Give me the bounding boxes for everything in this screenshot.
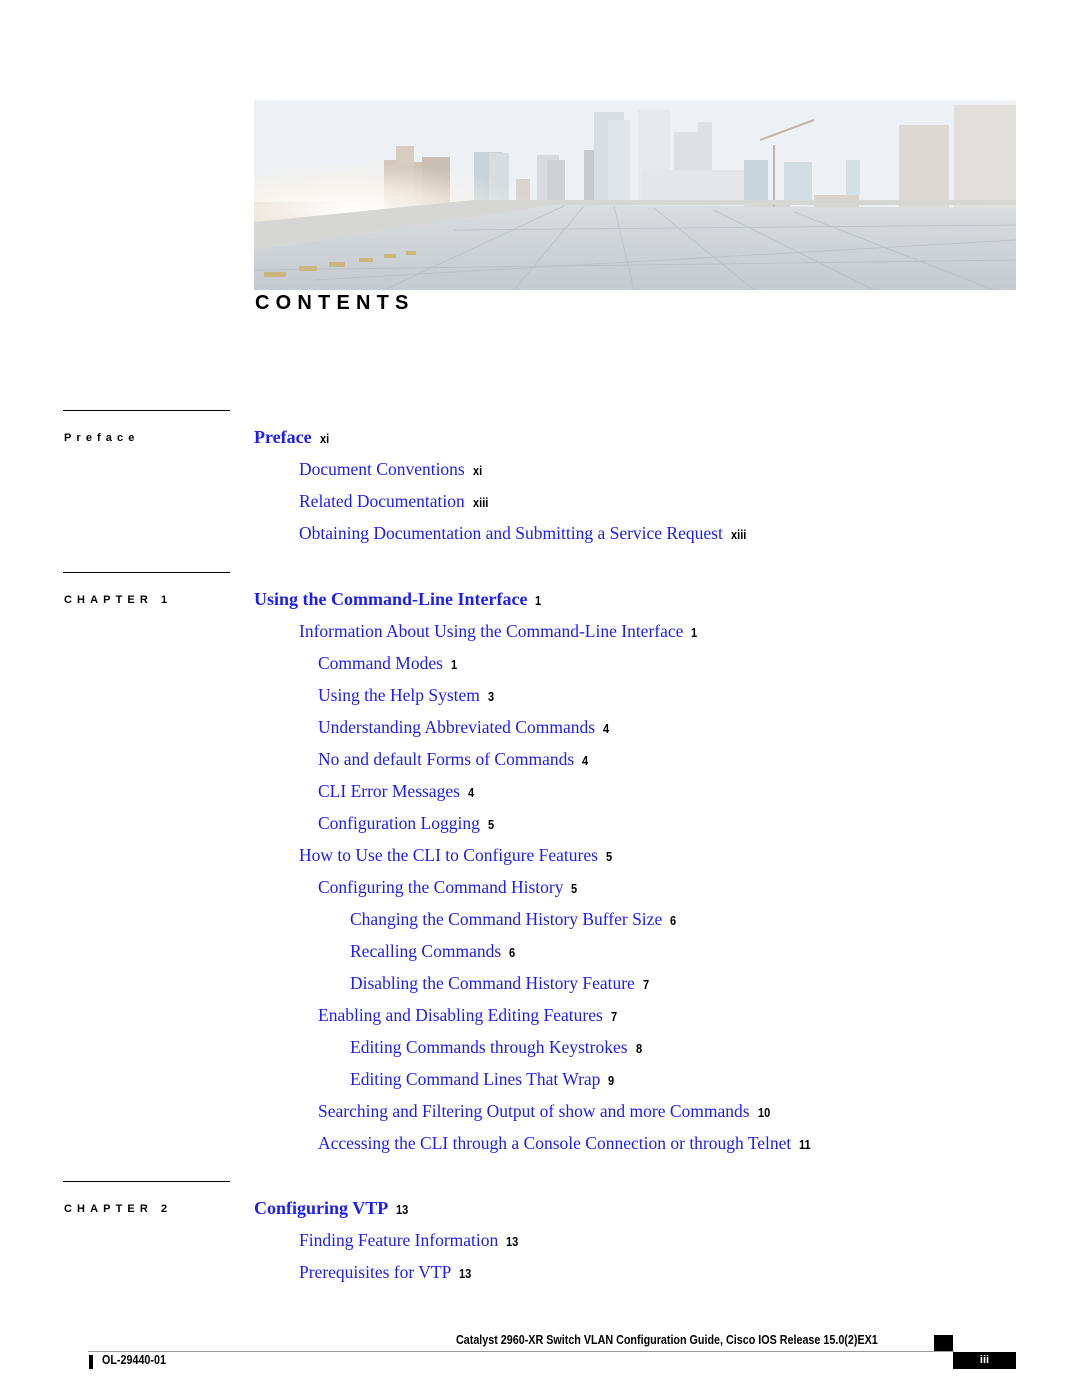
section-label-chapter-2: CHAPTER 2 <box>64 1203 173 1215</box>
toc-entry-page: 4 <box>582 753 589 768</box>
toc-entry-title[interactable]: Editing Command Lines That Wrap <box>350 1069 600 1089</box>
toc-entry-page: 1 <box>691 625 698 640</box>
toc-entry-title[interactable]: Related Documentation <box>299 491 465 511</box>
toc-entry-link[interactable]: Enabling and Disabling Editing Features 7 <box>318 1005 618 1027</box>
toc-entry-title[interactable]: Configuring VTP <box>254 1198 388 1218</box>
toc-chapter-link[interactable]: Preface xi <box>254 427 330 449</box>
toc-entry-link[interactable]: Configuration Logging 5 <box>318 813 495 835</box>
toc-entry-title[interactable]: CLI Error Messages <box>318 781 460 801</box>
toc-entry-title[interactable]: Enabling and Disabling Editing Features <box>318 1005 603 1025</box>
footer-doc-number: OL-29440-01 <box>102 1353 166 1367</box>
toc-entry-title[interactable]: Accessing the CLI through a Console Conn… <box>318 1133 791 1153</box>
contents-heading: CONTENTS <box>255 292 415 314</box>
toc-entry-page: 6 <box>509 945 516 960</box>
toc-entry-page: 5 <box>571 881 578 896</box>
toc-entry-page: 13 <box>459 1266 472 1281</box>
toc-entry-title[interactable]: Command Modes <box>318 653 443 673</box>
toc-entry-link[interactable]: Searching and Filtering Output of show a… <box>318 1101 772 1123</box>
toc-entry-page: 11 <box>799 1137 811 1152</box>
toc-entry-page: 13 <box>396 1202 409 1217</box>
footer-left-bar <box>89 1355 93 1369</box>
toc-entry-title[interactable]: Using the Help System <box>318 685 480 705</box>
section-divider <box>63 410 230 411</box>
toc-entry-link[interactable]: Understanding Abbreviated Commands 4 <box>318 717 610 739</box>
toc-entry-link[interactable]: Prerequisites for VTP 13 <box>299 1262 474 1284</box>
footer-divider <box>88 1351 954 1352</box>
toc-entry-link[interactable]: Configuring the Command History 5 <box>318 877 579 899</box>
toc-entry-title[interactable]: Preface <box>254 427 312 447</box>
footer-marker <box>934 1335 953 1352</box>
toc-entry-link[interactable]: No and default Forms of Commands 4 <box>318 749 589 771</box>
toc-entry-title[interactable]: Configuring the Command History <box>318 877 563 897</box>
toc-entry-title[interactable]: Using the Command-Line Interface <box>254 589 527 609</box>
toc-chapter-link[interactable]: Configuring VTP 13 <box>254 1198 411 1220</box>
toc-entry-title[interactable]: Changing the Command History Buffer Size <box>350 909 662 929</box>
toc-entry-page: 5 <box>487 817 495 832</box>
toc-entry-title[interactable]: Editing Commands through Keystrokes <box>350 1037 628 1057</box>
toc-entry-link[interactable]: Related Documentation xiii <box>299 491 491 513</box>
toc-entry-page: 9 <box>608 1073 615 1088</box>
toc-entry-link[interactable]: Using the Help System 3 <box>318 685 495 707</box>
toc-entry-page: 7 <box>610 1009 617 1024</box>
toc-entry-link[interactable]: Command Modes 1 <box>318 653 458 675</box>
toc-entry-link[interactable]: Changing the Command History Buffer Size… <box>350 909 677 931</box>
section-label-preface: Preface <box>64 432 140 444</box>
toc-entry-link[interactable]: How to Use the CLI to Configure Features… <box>299 845 613 867</box>
toc-entry-page: 3 <box>487 689 495 704</box>
toc-entry-link[interactable]: Obtaining Documentation and Submitting a… <box>299 523 749 545</box>
toc-entry-page: xiii <box>730 527 747 542</box>
toc-entry-title[interactable]: Finding Feature Information <box>299 1230 498 1250</box>
toc-entry-link[interactable]: Document Conventions xi <box>299 459 484 481</box>
toc-entry-page: 5 <box>605 849 613 864</box>
toc-entry-link[interactable]: Information About Using the Command-Line… <box>299 621 699 643</box>
toc-entry-page: 4 <box>603 721 610 736</box>
toc-entry-title[interactable]: No and default Forms of Commands <box>318 749 574 769</box>
toc-entry-title[interactable]: Recalling Commands <box>350 941 501 961</box>
toc-entry-page: 7 <box>642 977 649 992</box>
toc-entry-link[interactable]: Editing Command Lines That Wrap 9 <box>350 1069 616 1091</box>
toc-entry-link[interactable]: Recalling Commands 6 <box>350 941 516 963</box>
toc-entry-link[interactable]: Editing Commands through Keystrokes 8 <box>350 1037 643 1059</box>
toc-entry-link[interactable]: Accessing the CLI through a Console Conn… <box>318 1133 813 1155</box>
toc-entry-link[interactable]: CLI Error Messages 4 <box>318 781 475 803</box>
toc-entry-page: xi <box>472 463 482 478</box>
toc-entry-title[interactable]: Obtaining Documentation and Submitting a… <box>299 523 723 543</box>
toc-entry-title[interactable]: Disabling the Command History Feature <box>350 973 635 993</box>
toc-entry-title[interactable]: Understanding Abbreviated Commands <box>318 717 595 737</box>
toc-entry-page: xi <box>319 431 329 446</box>
toc-entry-title[interactable]: Searching and Filtering Output of show a… <box>318 1101 750 1121</box>
toc-entry-page: 6 <box>670 913 677 928</box>
toc-entry-page: 4 <box>467 785 475 800</box>
toc-entry-page: 1 <box>535 593 542 608</box>
toc-entry-title[interactable]: How to Use the CLI to Configure Features <box>299 845 598 865</box>
hero-skyline-image <box>254 100 1016 290</box>
section-divider <box>63 572 230 573</box>
footer-guide-title: Catalyst 2960-XR Switch VLAN Configurati… <box>456 1333 878 1347</box>
section-label-chapter-1: CHAPTER 1 <box>64 594 173 606</box>
toc-entry-link[interactable]: Disabling the Command History Feature 7 <box>350 973 650 995</box>
toc-entry-title[interactable]: Prerequisites for VTP <box>299 1262 451 1282</box>
toc-entry-page: 1 <box>450 657 458 672</box>
toc-entry-page: 8 <box>635 1041 642 1056</box>
footer-page-number: iii <box>953 1352 1016 1369</box>
toc-entry-title[interactable]: Document Conventions <box>299 459 465 479</box>
toc-entry-page: 10 <box>757 1105 770 1120</box>
toc-entry-link[interactable]: Finding Feature Information 13 <box>299 1230 521 1252</box>
toc-entry-page: xiii <box>472 495 489 510</box>
toc-chapter-link[interactable]: Using the Command-Line Interface 1 <box>254 589 543 611</box>
skyline-illustration <box>254 100 1016 290</box>
section-divider <box>63 1181 230 1182</box>
toc-entry-title[interactable]: Configuration Logging <box>318 813 480 833</box>
toc-entry-title[interactable]: Information About Using the Command-Line… <box>299 621 683 641</box>
toc-entry-page: 13 <box>506 1234 519 1249</box>
